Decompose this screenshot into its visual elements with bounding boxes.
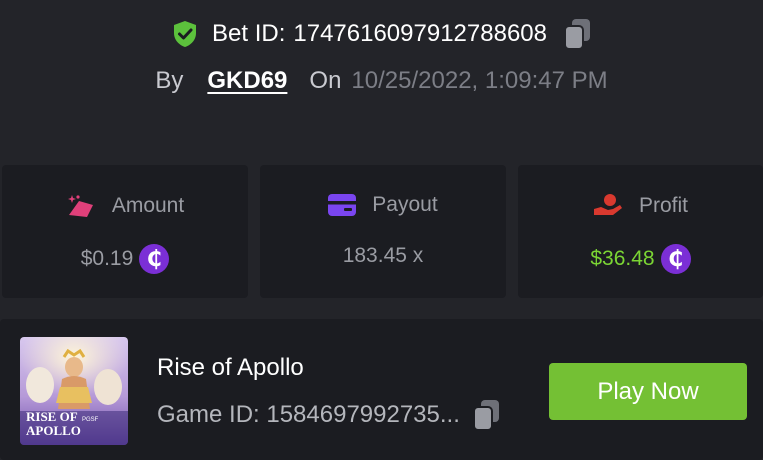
bet-stats: Amount $0.19 ₵ Payout 183.45 x Profit $3… xyxy=(0,165,763,298)
play-now-button[interactable]: Play Now xyxy=(549,363,747,420)
profit-value: $36.48 xyxy=(590,247,655,270)
bet-header: Bet ID: 1747616097912788608 By GKD69 On … xyxy=(0,0,763,150)
payout-value: 183.45 x xyxy=(342,244,424,267)
copy-bet-id-icon[interactable] xyxy=(563,18,591,50)
bet-id-value: 1747616097912788608 xyxy=(293,20,547,47)
bet-meta-row: By GKD69 On 10/25/2022, 1:09:47 PM xyxy=(0,67,763,95)
payout-header: Payout xyxy=(260,193,506,217)
svg-text:APOLLO: APOLLO xyxy=(26,423,81,438)
amount-card: Amount $0.19 ₵ xyxy=(2,165,248,298)
bet-id-row: Bet ID: 1747616097912788608 xyxy=(0,18,763,50)
on-label: On xyxy=(309,67,342,94)
game-thumbnail[interactable]: RISE OF APOLLO PGSF xyxy=(20,337,128,445)
amount-value-row: $0.19 ₵ xyxy=(2,244,248,274)
verified-shield-icon xyxy=(172,20,198,48)
thumb-brand: PGSF xyxy=(82,417,99,423)
payout-label: Payout xyxy=(372,193,438,216)
amount-header: Amount xyxy=(2,193,248,219)
profit-label: Profit xyxy=(638,194,688,217)
bet-datetime: 10/25/2022, 1:09:47 PM xyxy=(351,67,608,94)
profit-card: Profit $36.48 ₵ xyxy=(518,165,763,298)
game-id-text: Game ID: 1584697992735... xyxy=(157,401,460,428)
game-id-row: Game ID: 1584697992735... xyxy=(157,399,500,431)
profit-value-row: $36.48 ₵ xyxy=(518,244,763,274)
payout-value-row: 183.45 x xyxy=(260,244,506,268)
thumb-title: RISE OF xyxy=(26,409,78,424)
game-title: Rise of Apollo xyxy=(157,354,304,381)
profit-header: Profit xyxy=(518,193,763,219)
game-card: RISE OF APOLLO PGSF Rise of Apollo Game … xyxy=(0,319,763,460)
amount-value: $0.19 xyxy=(80,247,134,270)
payout-card: Payout 183.45 x xyxy=(260,165,506,298)
copy-game-id-icon[interactable] xyxy=(472,399,500,431)
amount-label: Amount xyxy=(111,194,185,217)
coin-icon: ₵ xyxy=(139,244,170,274)
by-label: By xyxy=(155,67,184,94)
profit-hand-icon xyxy=(593,194,622,215)
user-link[interactable]: GKD69 xyxy=(207,67,287,95)
amount-icon xyxy=(67,195,93,217)
wallet-icon xyxy=(328,194,357,216)
coin-icon: ₵ xyxy=(660,244,691,274)
bet-id-label: Bet ID: xyxy=(212,20,286,47)
